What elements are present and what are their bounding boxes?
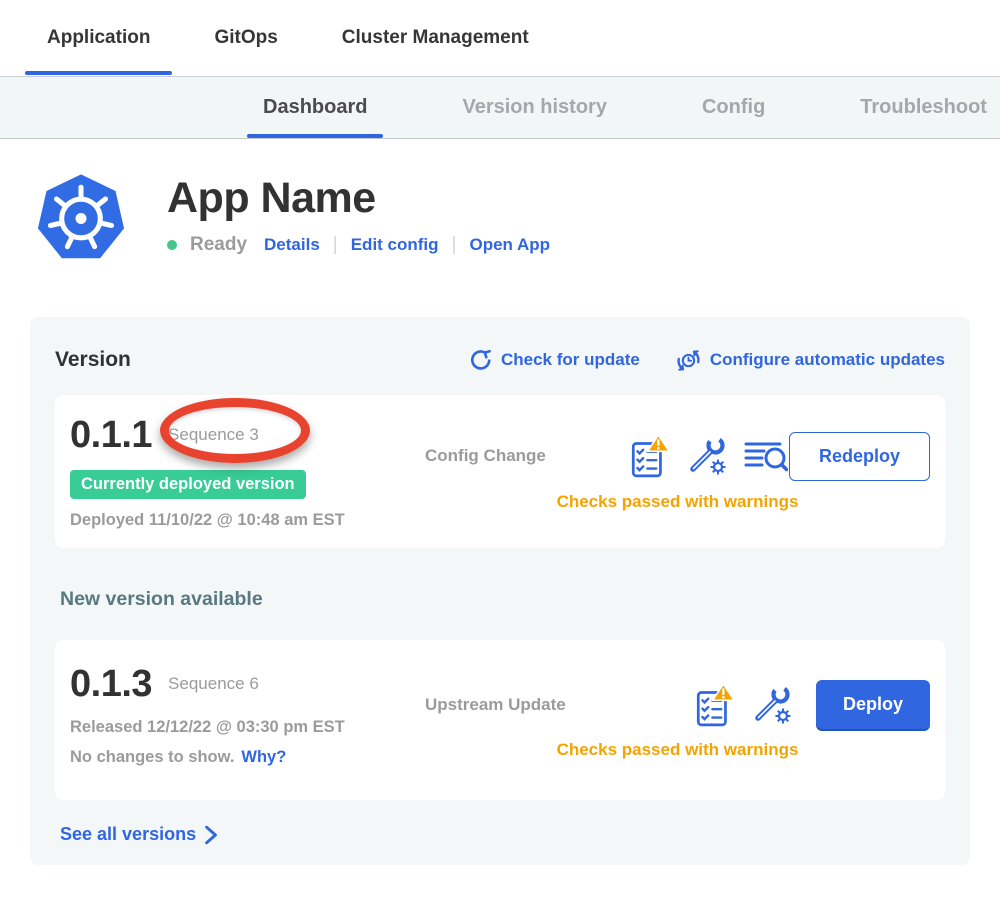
redeploy-button[interactable]: Redeploy [789,432,930,481]
diff-view-icon[interactable] [744,438,788,474]
check-for-update-label: Check for update [501,350,640,370]
version-panel-title: Version [55,348,131,372]
preflight-checks-icon[interactable] [695,682,735,728]
version-source-label: Config Change [425,446,595,466]
check-for-update-button[interactable]: Check for update [469,349,640,372]
deploy-button[interactable]: Deploy [816,680,930,729]
tab-gitops[interactable]: GitOps [192,0,299,76]
configure-automatic-updates-button[interactable]: Configure automatic updates [676,348,945,373]
available-version-card: 0.1.3 Sequence 6 Released 12/12/22 @ 03:… [55,640,945,800]
primary-nav: Application GitOps Cluster Management [0,0,1000,76]
ready-status-dot [167,240,177,250]
currently-deployed-badge: Currently deployed version [70,470,306,499]
deployed-timestamp: Deployed 11/10/22 @ 10:48 am EST [70,511,425,530]
chevron-right-icon [204,825,218,845]
version-panel: Version Check for update Configure [30,317,970,865]
why-link[interactable]: Why? [241,748,286,767]
preflight-checks-status: Checks passed with warnings [425,740,930,760]
subtab-config[interactable]: Config [702,77,765,138]
auto-update-icon [676,348,701,373]
app-status-text: Ready [190,234,247,256]
see-all-versions-link[interactable]: See all versions [60,824,218,845]
current-version-sequence: Sequence 3 [168,425,259,445]
current-version-number: 0.1.1 [70,414,152,457]
released-timestamp: Released 12/12/22 @ 03:30 pm EST [70,718,425,737]
config-wrench-icon[interactable] [751,684,793,726]
app-header: App Name Ready Details | Edit config | O… [35,172,1000,265]
preflight-checks-icon[interactable] [630,433,670,479]
app-subnav: Dashboard Version history Config Trouble… [0,76,1000,139]
open-app-link[interactable]: Open App [469,235,550,255]
see-all-versions-label: See all versions [60,824,196,845]
subtab-troubleshoot[interactable]: Troubleshoot [860,77,987,138]
current-version-card: 0.1.1 Sequence 3 Currently deployed vers… [55,395,945,548]
tab-cluster-management[interactable]: Cluster Management [320,0,551,76]
kubernetes-logo-icon [35,172,127,265]
refresh-icon [469,349,492,372]
config-wrench-icon[interactable] [686,435,728,477]
version-source-label: Upstream Update [425,695,595,715]
available-version-sequence: Sequence 6 [168,674,259,694]
subtab-version-history[interactable]: Version history [462,77,607,138]
divider: | [333,234,338,256]
edit-config-link[interactable]: Edit config [351,235,439,255]
available-version-number: 0.1.3 [70,663,152,706]
preflight-checks-status: Checks passed with warnings [425,492,930,512]
no-changes-text: No changes to show. [70,748,234,767]
details-link[interactable]: Details [264,235,320,255]
configure-automatic-updates-label: Configure automatic updates [710,350,945,370]
divider: | [452,234,457,256]
app-name-title: App Name [167,176,550,221]
new-version-heading: New version available [60,588,945,612]
subtab-dashboard[interactable]: Dashboard [263,77,367,138]
tab-application[interactable]: Application [25,0,172,76]
